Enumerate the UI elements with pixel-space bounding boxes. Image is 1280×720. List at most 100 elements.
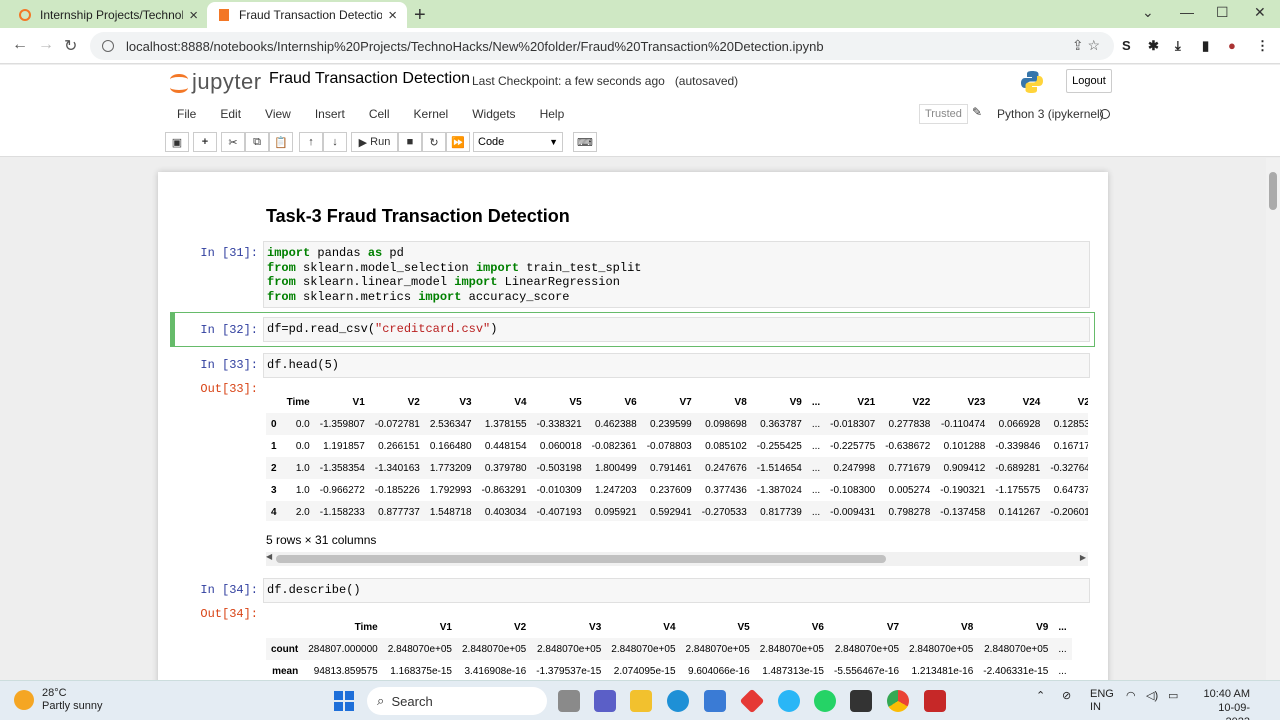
table-cell: -0.638672 bbox=[885, 440, 931, 452]
edge-icon[interactable] bbox=[667, 690, 689, 712]
jupyter-logo[interactable]: jupyter bbox=[170, 69, 262, 95]
code-cell-imports[interactable]: import pandas as pd from sklearn.model_s… bbox=[263, 241, 1090, 308]
reload-icon[interactable]: ↻ bbox=[64, 36, 77, 56]
file-explorer-icon[interactable] bbox=[630, 690, 652, 712]
chrome-icon[interactable] bbox=[887, 690, 909, 712]
notebook-title[interactable]: Fraud Transaction Detection bbox=[269, 70, 470, 88]
address-bar[interactable]: localhost:8888/notebooks/Internship%20Pr… bbox=[90, 32, 1114, 60]
menu-insert[interactable]: Insert bbox=[303, 107, 357, 121]
table-cell: 0.791461 bbox=[650, 462, 692, 474]
menu-view[interactable]: View bbox=[253, 107, 303, 121]
table-cell: 0.085102 bbox=[705, 440, 747, 452]
table-cell: -0.338321 bbox=[536, 418, 582, 430]
menu-kernel[interactable]: Kernel bbox=[402, 107, 461, 121]
taskbar-search[interactable]: ⌕ Search bbox=[367, 687, 547, 715]
add-cell-icon[interactable]: + bbox=[193, 132, 217, 152]
menu-help[interactable]: Help bbox=[528, 107, 577, 121]
stop-icon[interactable]: ■ bbox=[398, 132, 422, 152]
menu-cell[interactable]: Cell bbox=[357, 107, 402, 121]
trusted-badge[interactable]: Trusted bbox=[919, 104, 968, 124]
store-icon[interactable] bbox=[704, 690, 726, 712]
new-tab-icon[interactable]: + bbox=[414, 4, 426, 27]
language-indicator[interactable]: ENG IN bbox=[1090, 688, 1114, 714]
site-info-icon[interactable] bbox=[102, 40, 114, 52]
extension-s-icon[interactable]: S bbox=[1122, 38, 1131, 53]
fast-forward-icon[interactable]: ⏩ bbox=[446, 132, 470, 152]
puzzle-icon[interactable]: ✱ bbox=[1148, 38, 1159, 54]
maximize-icon[interactable]: ☐ bbox=[1216, 4, 1229, 21]
clock[interactable]: 10:40 AM10-09-2023 bbox=[1200, 687, 1250, 720]
cut-icon[interactable]: ✂ bbox=[221, 132, 245, 152]
battery-icon[interactable]: ▭ bbox=[1168, 689, 1178, 702]
browser-tab-fraud[interactable]: Fraud Transaction Detection - Jupyter × bbox=[207, 2, 407, 28]
code-cell-head[interactable]: df.head(5) bbox=[263, 353, 1090, 378]
scrollbar-thumb[interactable] bbox=[1269, 172, 1277, 210]
keyboard-icon[interactable]: ⌨ bbox=[573, 132, 597, 152]
table-cell: -5.556467e-16 bbox=[833, 665, 900, 677]
table-cell: 2.848070e+05 bbox=[759, 643, 824, 655]
chevron-up-icon[interactable]: ⌃ bbox=[1036, 689, 1045, 702]
vscode-icon[interactable] bbox=[778, 690, 800, 712]
sun-cloud-icon bbox=[14, 690, 34, 710]
teams-chat-icon[interactable] bbox=[594, 690, 616, 712]
row-index: 2 bbox=[271, 462, 277, 474]
wifi-icon[interactable]: ◠ bbox=[1126, 689, 1136, 702]
copy-icon[interactable]: ⧉ bbox=[245, 132, 269, 152]
windows-start-icon[interactable] bbox=[334, 691, 354, 711]
column-header: V5 bbox=[737, 621, 750, 633]
whatsapp-icon[interactable] bbox=[814, 690, 836, 712]
browser-tab-internship[interactable]: Internship Projects/TechnoHacks × bbox=[8, 2, 208, 28]
volume-icon[interactable]: ◁) bbox=[1146, 689, 1158, 702]
table-cell: ... bbox=[811, 418, 821, 430]
run-button[interactable]: ▶ Run bbox=[351, 132, 398, 152]
move-down-icon[interactable]: ↓ bbox=[323, 132, 347, 152]
logout-button[interactable]: Logout bbox=[1066, 69, 1112, 93]
close-tab-icon[interactable]: × bbox=[388, 7, 397, 24]
menu-widgets[interactable]: Widgets bbox=[460, 107, 527, 121]
minimize-icon[interactable]: — bbox=[1180, 4, 1194, 20]
pencil-icon[interactable]: ✎ bbox=[972, 105, 982, 119]
table-cell: 0.166480 bbox=[429, 440, 472, 452]
close-tab-icon[interactable]: × bbox=[189, 7, 198, 24]
app-icon[interactable] bbox=[924, 690, 946, 712]
tab-title: Internship Projects/TechnoHacks bbox=[40, 8, 183, 22]
column-header: V3 bbox=[589, 621, 602, 633]
menu-file[interactable]: File bbox=[165, 107, 208, 121]
scrollbar-thumb[interactable] bbox=[276, 555, 886, 563]
menu-edit[interactable]: Edit bbox=[208, 107, 253, 121]
task-view-icon[interactable] bbox=[558, 690, 580, 712]
horizontal-scrollbar[interactable]: ◀ ▶ bbox=[266, 552, 1088, 566]
network-off-icon[interactable]: ⊘ bbox=[1062, 689, 1071, 702]
describe-table: Time V1 V2 V3 V4 V5 V6 V7 V8 V9... count 284807.000… bbox=[266, 616, 1072, 680]
table-row: 2 1.0 -1.358354 -1.340163 1.773209 0.379780 -0… bbox=[266, 457, 1088, 479]
restart-icon[interactable]: ↻ bbox=[422, 132, 446, 152]
scroll-right-icon[interactable]: ▶ bbox=[1080, 553, 1086, 562]
share-and-bookmark-icons[interactable]: ⇪ ☆ bbox=[1072, 37, 1100, 54]
table-cell: 0.005274 bbox=[888, 484, 931, 496]
terminal-icon[interactable] bbox=[850, 690, 872, 712]
paste-icon[interactable]: 📋 bbox=[269, 132, 293, 152]
cell-type-select[interactable]: Code ▼ bbox=[473, 132, 563, 152]
profile-avatar[interactable]: ● bbox=[1228, 38, 1236, 53]
table-cell: ... bbox=[811, 484, 821, 496]
chevron-down-icon[interactable]: ⌄ bbox=[1142, 4, 1154, 21]
side-panel-icon[interactable]: ▮ bbox=[1202, 38, 1209, 54]
more-menu-icon[interactable]: ⋮ bbox=[1256, 38, 1269, 54]
code-cell-describe[interactable]: df.describe() bbox=[263, 578, 1090, 603]
scroll-left-icon[interactable]: ◀ bbox=[266, 552, 272, 561]
download-icon[interactable]: ⤓ bbox=[1175, 38, 1181, 54]
save-icon[interactable]: ▣ bbox=[165, 132, 189, 152]
app-red-diamond-icon[interactable] bbox=[739, 688, 765, 714]
table-cell: 1.773209 bbox=[429, 462, 472, 474]
table-row: count 284807.000000 2.848070e+05 2.848070e+… bbox=[266, 638, 1072, 660]
vertical-scrollbar[interactable] bbox=[1266, 158, 1280, 680]
table-cell: 0.101288 bbox=[943, 440, 986, 452]
kernel-name[interactable]: Python 3 (ipykernel) bbox=[997, 107, 1104, 121]
back-icon[interactable]: ← bbox=[12, 36, 28, 54]
forward-icon[interactable]: → bbox=[38, 36, 54, 54]
weather-widget[interactable]: 28°C Partly sunny bbox=[14, 687, 103, 713]
move-up-icon[interactable]: ↑ bbox=[299, 132, 323, 152]
code-cell-read-csv[interactable]: df=pd.read_csv("creditcard.csv") bbox=[263, 317, 1090, 342]
describe-dataframe: Time V1 V2 V3 V4 V5 V6 V7 V8 V9... count 284807.000… bbox=[266, 616, 1088, 680]
close-window-icon[interactable]: ✕ bbox=[1254, 4, 1266, 21]
